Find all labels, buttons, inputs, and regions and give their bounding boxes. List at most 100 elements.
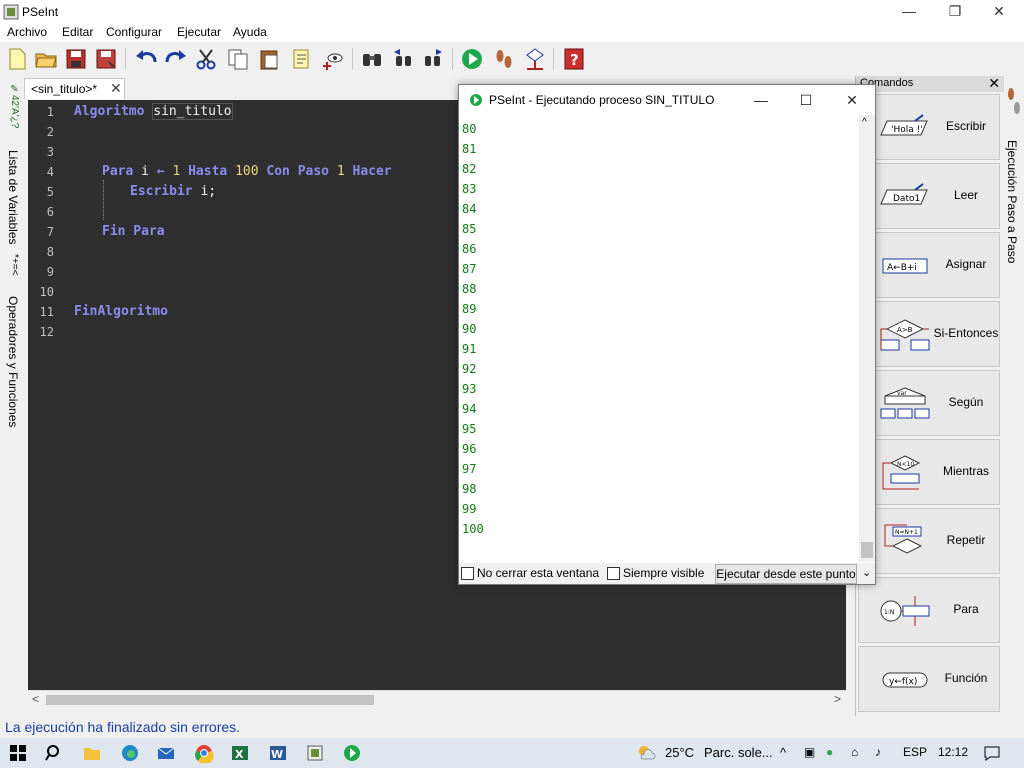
always-visible-checkbox[interactable] — [607, 567, 620, 580]
command-escribir-button[interactable]: 'Hola !' Escribir — [858, 94, 1000, 160]
help-icon[interactable]: ? — [561, 46, 587, 72]
line-number: 1 — [46, 105, 54, 119]
weather-description[interactable]: Parc. sole... — [704, 745, 773, 760]
footprints-icon — [1008, 88, 1020, 114]
menu-configurar[interactable]: Configurar — [106, 25, 162, 39]
assign-icon: A←B+i — [882, 258, 928, 274]
save-icon[interactable] — [63, 46, 89, 72]
scroll-left-icon[interactable]: < — [32, 692, 39, 706]
line-number: 8 — [46, 245, 54, 259]
redo-icon[interactable] — [163, 46, 189, 72]
excel-icon[interactable]: X — [230, 743, 250, 763]
new-file-icon[interactable] — [4, 46, 30, 72]
function-icon: y←f(x) — [882, 672, 928, 688]
minimize-button[interactable]: — — [746, 89, 776, 111]
menu-ejecutar[interactable]: Ejecutar — [177, 25, 221, 39]
output-line: 98 — [462, 482, 477, 496]
close-tab-icon[interactable]: ✕ — [110, 80, 122, 97]
search-icon[interactable] — [44, 743, 64, 763]
cut-icon[interactable] — [193, 46, 219, 72]
output-vertical-scrollbar[interactable]: ^ — [859, 115, 875, 562]
notifications-icon[interactable] — [982, 743, 1002, 763]
maximize-button[interactable]: ☐ — [791, 89, 821, 111]
maximize-button[interactable]: ❐ — [932, 0, 978, 24]
indent-icon[interactable] — [288, 46, 314, 72]
scroll-right-icon[interactable]: > — [834, 692, 841, 706]
file-explorer-icon[interactable] — [82, 743, 102, 763]
command-asignar-button[interactable]: A←B+i Asignar — [858, 232, 1000, 298]
keyword-hasta: Hasta — [188, 164, 228, 179]
scroll-up-icon[interactable]: ^ — [862, 117, 867, 128]
operators-functions-tab[interactable]: Operadores y Funciones — [2, 296, 20, 427]
chevron-down-icon[interactable]: ⌄ — [862, 566, 871, 579]
run-icon[interactable] — [459, 46, 485, 72]
keyword-fin-para: Fin Para — [102, 224, 165, 239]
search-icon[interactable] — [359, 46, 385, 72]
no-close-checkbox[interactable] — [461, 567, 474, 580]
step-by-step-icon[interactable] — [491, 46, 517, 72]
variables-tab-icon[interactable]: ✎42'A'¿? — [2, 84, 20, 128]
command-label: Según — [948, 395, 984, 409]
weather-temperature[interactable]: 25°C — [665, 745, 694, 760]
find-replace-icon[interactable] — [320, 46, 346, 72]
copy-icon[interactable] — [225, 46, 251, 72]
command-label: Mientras — [942, 464, 989, 478]
command-para-button[interactable]: 1:N Para — [858, 577, 1000, 643]
update-icon[interactable]: ● — [826, 745, 833, 759]
output-line: 97 — [462, 462, 477, 476]
step-by-step-tab[interactable]: Ejecución Paso a Paso — [1004, 78, 1024, 718]
network-icon[interactable]: ⌂ — [851, 745, 858, 759]
undo-icon[interactable] — [133, 46, 159, 72]
run-window-taskbar-icon[interactable] — [342, 743, 362, 763]
find-next-icon[interactable] — [420, 46, 446, 72]
scrollbar-thumb[interactable] — [46, 695, 374, 705]
paste-icon[interactable] — [256, 46, 282, 72]
variables-list-tab[interactable]: Lista de Variables — [2, 150, 20, 245]
command-leer-button[interactable]: Dato1 Leer — [858, 163, 1000, 229]
save-as-icon[interactable] — [93, 46, 119, 72]
line-number: 9 — [46, 265, 54, 279]
command-funcion-button[interactable]: y←f(x) Función — [858, 646, 1000, 712]
run-from-here-button[interactable]: Ejecutar desde este punto — [715, 564, 857, 584]
weather-icon[interactable] — [636, 743, 656, 763]
minimize-button[interactable]: — — [886, 0, 932, 24]
word-icon[interactable]: W — [268, 743, 288, 763]
editor-horizontal-scrollbar[interactable]: < > — [28, 690, 846, 708]
volume-icon[interactable]: ♪ — [875, 745, 881, 759]
svg-text:y←f(x): y←f(x) — [889, 677, 917, 687]
meet-icon[interactable]: ▣ — [804, 745, 815, 759]
command-segun-button[interactable]: var Según — [858, 370, 1000, 436]
output-line: 85 — [462, 222, 477, 236]
output-line: 87 — [462, 262, 477, 276]
close-button[interactable]: ✕ — [976, 0, 1022, 24]
close-button[interactable]: ✕ — [837, 89, 867, 111]
commands-header: Comandos ✕ — [856, 75, 1004, 92]
menu-editar[interactable]: Editar — [62, 25, 93, 39]
command-label: Función — [944, 671, 988, 685]
pseint-taskbar-icon[interactable] — [305, 743, 325, 763]
menu-ayuda[interactable]: Ayuda — [233, 25, 267, 39]
line-number: 6 — [46, 205, 54, 219]
find-previous-icon[interactable] — [390, 46, 416, 72]
windows-start-icon[interactable] — [8, 743, 28, 763]
output-line: 83 — [462, 182, 477, 196]
open-folder-icon[interactable] — [33, 46, 59, 72]
command-repetir-button[interactable]: N=N+1 Repetir — [858, 508, 1000, 574]
svg-text:W: W — [271, 748, 283, 761]
clock[interactable]: 12:12 — [938, 745, 968, 759]
operators-tab-icon[interactable]: *+=< — [2, 254, 20, 275]
command-mientras-button[interactable]: N<10 Mientras — [858, 439, 1000, 505]
command-si-entonces-button[interactable]: A>B Si-Entonces — [858, 301, 1000, 367]
show-hidden-icons-icon[interactable]: ^ — [780, 745, 786, 760]
scrollbar-thumb[interactable] — [861, 542, 873, 558]
mail-icon[interactable] — [156, 743, 176, 763]
document-tab[interactable]: <sin_titulo>* ✕ — [24, 78, 125, 99]
draw-flowchart-icon[interactable] — [522, 46, 548, 72]
close-commands-icon[interactable]: ✕ — [988, 75, 1000, 92]
svg-text:'Hola !': 'Hola !' — [891, 125, 923, 135]
language-indicator[interactable]: ESP — [903, 745, 927, 759]
menu-archivo[interactable]: Archivo — [7, 25, 47, 39]
edge-icon[interactable] — [120, 743, 140, 763]
chrome-icon[interactable] — [194, 743, 214, 763]
keyword-hacer: Hacer — [352, 164, 392, 179]
